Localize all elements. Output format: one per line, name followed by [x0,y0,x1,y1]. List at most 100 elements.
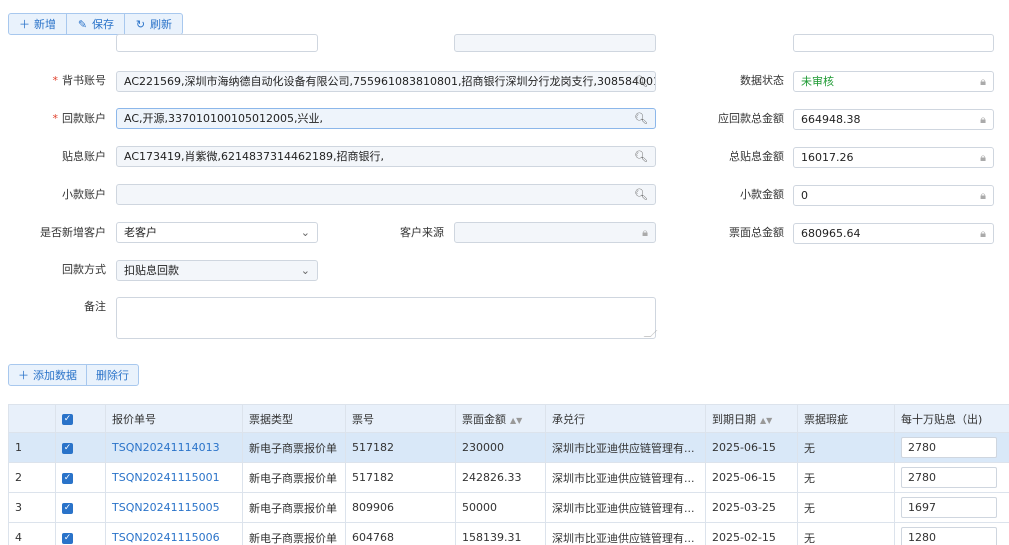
row-checkbox[interactable]: ✓ [55,522,106,545]
main-toolbar: ＋ 新增 ✎ 保存 ↻ 刷新 [8,13,183,35]
ticket-no-cell: 604768 [345,522,456,545]
col-flaw[interactable]: 票据瑕疵 [797,404,895,433]
face-amount-cell: 242826.33 [455,462,546,493]
quote-no-link[interactable]: TSQN20241115005 [105,492,243,523]
interest-total-label: 总贴息金额 [729,150,784,163]
top-field-1[interactable] [116,34,318,52]
lock-icon: 🔒︎ [642,226,648,239]
rate-cell[interactable]: 1280 [894,522,1009,545]
plus-icon: ＋ [19,18,30,31]
status-value: 未审核 [801,75,834,88]
col-acceptor[interactable]: 承兑行 [545,404,706,433]
sort-icon[interactable]: ▲▼ [760,416,772,425]
face-total-field: 680965.64 🔒︎ [793,223,994,244]
delete-row-button[interactable]: 删除行 [87,365,138,385]
discount-account-label: 贴息账户 [62,150,106,163]
new-button[interactable]: ＋ 新增 [9,14,67,34]
table-row[interactable]: 2 ✓ TSQN20241115001 新电子商票报价单 517182 2428… [8,462,1009,493]
endorse-account-label: * 背书账号 [52,74,107,87]
endorse-account-field[interactable]: AC221569,深圳市海纳德自动化设备有限公司,755961083810801… [116,71,656,92]
refresh-button[interactable]: ↻ 刷新 [125,14,182,34]
sort-icon[interactable]: ▲▼ [510,416,522,425]
customer-source-field: 🔒︎ [454,222,656,243]
new-customer-label: 是否新增客户 [40,226,106,239]
col-face-amount[interactable]: 票面金额 ▲▼ [455,404,546,433]
search-icon[interactable]: 🔍︎ [634,72,648,91]
quote-table: ✓ 报价单号 票据类型 票号 票面金额 ▲▼ 承兑行 到期日期 ▲▼ 票据瑕疵 每十… [8,404,1009,545]
col-due-date[interactable]: 到期日期 ▲▼ [705,404,798,433]
small-amount-field: 0 🔒︎ [793,185,994,206]
col-quote-no[interactable]: 报价单号 [105,404,243,433]
flaw-cell: 无 [797,522,895,545]
top-field-3[interactable] [793,34,994,52]
discount-account-value: AC173419,肖紫微,6214837314462189,招商银行, [124,150,384,163]
due-total-field: 664948.38 🔒︎ [793,109,994,130]
remark-textarea[interactable] [116,297,658,339]
due-total-value: 664948.38 [801,113,861,126]
top-field-2[interactable] [454,34,656,52]
remark-label: 备注 [84,300,106,313]
rate-input[interactable]: 2780 [901,467,997,488]
col-bill-type[interactable]: 票据类型 [242,404,346,433]
lock-icon: 🔒︎ [980,75,986,88]
bill-type-cell: 新电子商票报价单 [242,492,346,523]
quote-no-link[interactable]: TSQN20241115001 [105,462,243,493]
row-index: 2 [8,462,56,493]
row-index: 4 [8,522,56,545]
row-checkbox[interactable]: ✓ [55,492,106,523]
acceptor-cell: 深圳市比亚迪供应链管理有... [545,492,706,523]
search-icon[interactable]: 🔍︎ [634,147,648,166]
search-icon[interactable]: 🔍︎ [634,185,648,204]
endorse-account-value: AC221569,深圳市海纳德自动化设备有限公司,755961083810801… [124,75,656,88]
new-label: 新增 [34,18,56,31]
col-ticket-no[interactable]: 票号 [345,404,456,433]
checkbox-checked-icon[interactable]: ✓ [62,472,73,484]
face-amount-cell: 50000 [455,492,546,523]
ticket-no-cell: 517182 [345,462,456,493]
refresh-icon: ↻ [135,17,146,31]
rate-cell[interactable]: 1697 [894,492,1009,523]
rate-cell[interactable]: 2780 [894,462,1009,493]
small-account-field[interactable]: 🔍︎ [116,184,656,205]
small-account-label: 小款账户 [62,188,106,201]
flaw-cell: 无 [797,462,895,493]
row-index: 3 [8,492,56,523]
rate-input[interactable]: 1280 [901,527,997,545]
table-row[interactable]: 1 ✓ TSQN20241114013 新电子商票报价单 517182 2300… [8,432,1009,463]
row-checkbox[interactable]: ✓ [55,432,106,463]
small-amount-label: 小款金额 [740,188,784,201]
row-checkbox[interactable]: ✓ [55,462,106,493]
required-mark: * [52,112,59,125]
interest-total-field: 16017.26 🔒︎ [793,147,994,168]
checkbox-checked-icon[interactable]: ✓ [62,413,73,425]
discount-account-field[interactable]: AC173419,肖紫微,6214837314462189,招商银行, 🔍︎ [116,146,656,167]
rate-input[interactable]: 1697 [901,497,997,518]
col-select-all[interactable]: ✓ [55,404,106,433]
chevron-down-icon: ⌄ [300,226,310,239]
search-icon[interactable]: 🔍︎ [634,109,648,128]
resize-handle[interactable] [643,330,658,337]
face-amount-cell: 230000 [455,432,546,463]
repay-account-field[interactable]: AC,开源,337010100105012005,兴业, 🔍︎ [116,108,656,129]
interest-total-value: 16017.26 [801,151,854,164]
add-data-button[interactable]: ＋ 添加数据 [9,365,87,385]
col-rate[interactable]: 每十万贴息（出) [894,404,1009,433]
face-total-label: 票面总金额 [729,226,784,239]
rate-input[interactable]: 2780 [901,437,997,458]
lock-icon: 🔒︎ [980,227,986,240]
rate-cell[interactable]: 2780 [894,432,1009,463]
acceptor-cell: 深圳市比亚迪供应链管理有... [545,462,706,493]
quote-no-link[interactable]: TSQN20241114013 [105,432,243,463]
new-customer-select[interactable]: 老客户 ⌄ [116,222,318,243]
save-button[interactable]: ✎ 保存 [67,14,125,34]
status-field: 未审核 🔒︎ [793,71,994,92]
table-row[interactable]: 4 ✓ TSQN20241115006 新电子商票报价单 604768 1581… [8,522,1009,545]
checkbox-checked-icon[interactable]: ✓ [62,442,73,454]
lock-icon: 🔒︎ [980,113,986,126]
checkbox-checked-icon[interactable]: ✓ [62,502,73,514]
checkbox-checked-icon[interactable]: ✓ [62,532,73,544]
quote-no-link[interactable]: TSQN20241115006 [105,522,243,545]
table-row[interactable]: 3 ✓ TSQN20241115005 新电子商票报价单 809906 5000… [8,492,1009,523]
repay-method-select[interactable]: 扣贴息回款 ⌄ [116,260,318,281]
plus-icon: ＋ [18,369,29,382]
